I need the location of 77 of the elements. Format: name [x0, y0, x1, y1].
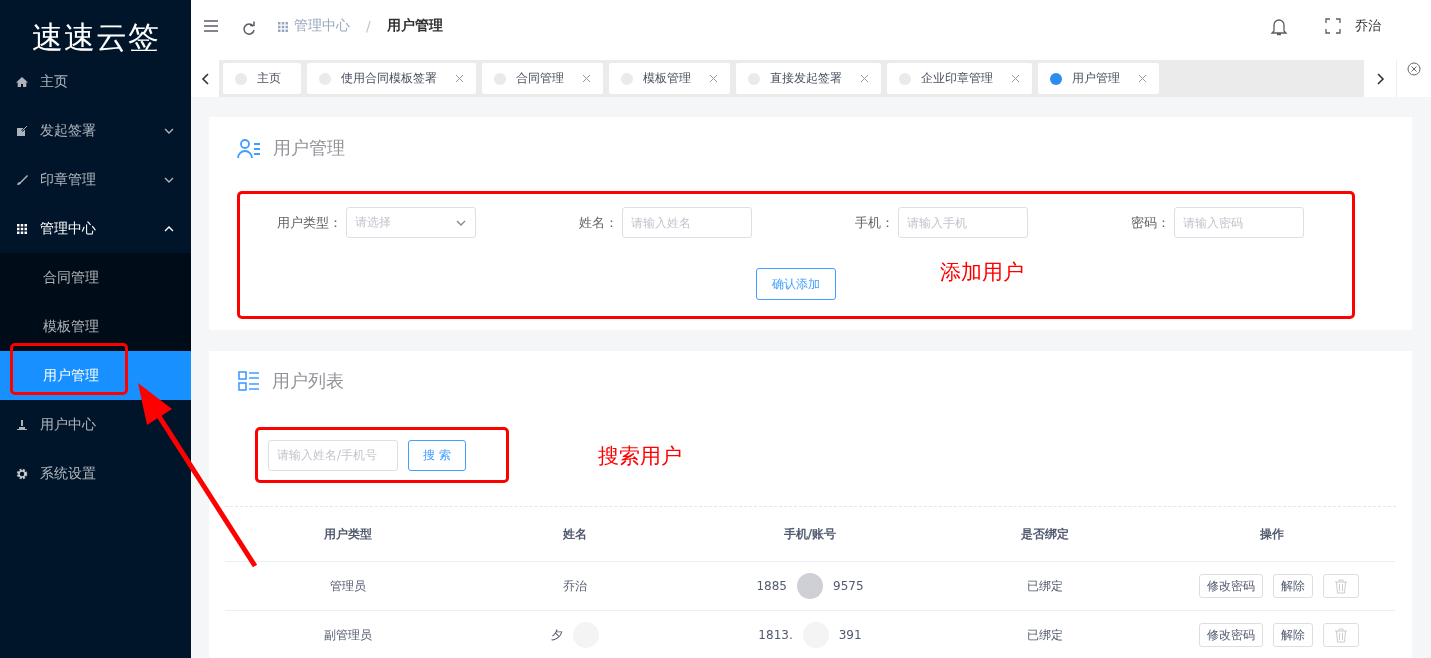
tab[interactable]: 主页 — [223, 63, 301, 94]
close-icon[interactable] — [582, 74, 591, 83]
delete-button[interactable] — [1323, 574, 1359, 598]
column-header: 手机/账号 — [782, 525, 838, 543]
sidebar-item[interactable]: 发起签署 — [0, 106, 191, 155]
tab[interactable]: 合同管理 — [482, 63, 603, 94]
home-icon — [16, 75, 28, 88]
close-icon[interactable] — [1011, 74, 1020, 83]
table-cell: 391 — [838, 628, 862, 642]
column-header: 姓名 — [562, 525, 588, 543]
brush-icon — [16, 173, 28, 186]
annotation-text: 搜索用户 — [598, 443, 682, 470]
settings-icon — [16, 467, 28, 480]
chevron-right-icon — [1375, 72, 1385, 85]
breadcrumb-separator: / — [366, 18, 371, 34]
refresh-icon[interactable] — [241, 21, 255, 35]
section-title: 用户列表 — [272, 369, 344, 393]
input-field[interactable]: 请输入姓名 — [622, 207, 752, 238]
search-field[interactable]: 请输入姓名/手机号 — [268, 439, 398, 471]
column-header: 用户类型 — [323, 525, 373, 543]
grid-icon — [16, 222, 28, 235]
table-cell-text: 管理员 — [329, 577, 367, 595]
close-icon[interactable] — [860, 74, 869, 83]
close-icon[interactable] — [1138, 74, 1147, 83]
bell-icon[interactable] — [1270, 16, 1288, 36]
table-cell-text: 已绑定 — [1026, 626, 1064, 644]
trash-icon — [1334, 627, 1348, 643]
input-field[interactable]: 请输入密码 — [1174, 207, 1304, 238]
user-name[interactable]: 乔治 — [1355, 17, 1381, 35]
sidebar-item[interactable]: 系统设置 — [0, 449, 191, 498]
field-label: 姓名： — [578, 213, 618, 232]
table-cell-text: 已绑定 — [1026, 577, 1064, 595]
action-button[interactable]: 解除 — [1273, 623, 1313, 647]
table-cell-text: 副管理员 — [323, 626, 373, 644]
field-label: 手机： — [854, 213, 894, 232]
sidebar-item[interactable]: 主页 — [0, 57, 191, 106]
column-header: 操作 — [1259, 525, 1285, 543]
column-header: 是否绑定 — [1020, 525, 1070, 543]
fullscreen-icon[interactable] — [1325, 18, 1341, 34]
list-icon — [238, 371, 260, 391]
section-title: 用户管理 — [273, 136, 345, 160]
grid-icon — [277, 20, 288, 32]
sidebar-item[interactable]: 管理中心 — [0, 204, 191, 253]
table-cell: 1813. — [758, 628, 793, 642]
table-cell: 1885 — [756, 579, 787, 593]
tab[interactable]: 企业印章管理 — [887, 63, 1032, 94]
user-list-icon — [237, 137, 261, 159]
tab[interactable]: 使用合同模板签署 — [307, 63, 476, 94]
edit-icon — [16, 124, 28, 137]
action-button[interactable]: 修改密码 — [1199, 574, 1263, 598]
table-cell: 夕 — [551, 626, 563, 644]
table-cell: 9575 — [833, 579, 864, 593]
sidebar-item[interactable]: 用户中心 — [0, 400, 191, 449]
redaction-blot — [797, 573, 823, 599]
tab[interactable]: 用户管理 — [1038, 63, 1159, 94]
annotation-text: 添加用户 — [940, 259, 1024, 286]
action-button[interactable]: 修改密码 — [1199, 623, 1263, 647]
stamp-icon — [16, 418, 28, 431]
field-label: 用户类型： — [276, 213, 342, 232]
sidebar-item[interactable]: 印章管理 — [0, 155, 191, 204]
tab[interactable]: 模板管理 — [609, 63, 730, 94]
action-button[interactable]: 解除 — [1273, 574, 1313, 598]
trash-icon — [1334, 578, 1348, 594]
submenu-item[interactable]: 合同管理 — [0, 253, 191, 302]
menu-icon[interactable] — [203, 18, 219, 34]
delete-button[interactable] — [1323, 623, 1359, 647]
close-icon[interactable] — [455, 74, 464, 83]
tab[interactable]: 直接发起签署 — [736, 63, 881, 94]
app-logo: 速速云签 — [31, 18, 160, 57]
close-icon[interactable] — [709, 74, 718, 83]
close-all-icon[interactable] — [1407, 62, 1421, 76]
input-field[interactable]: 请输入手机 — [898, 207, 1028, 238]
table-cell: 乔治 — [563, 577, 587, 595]
breadcrumb-item: 用户管理 — [386, 17, 443, 35]
submenu-item[interactable]: 模板管理 — [0, 302, 191, 351]
chevron-left-icon — [200, 72, 210, 85]
field-label: 密码： — [1130, 213, 1170, 232]
